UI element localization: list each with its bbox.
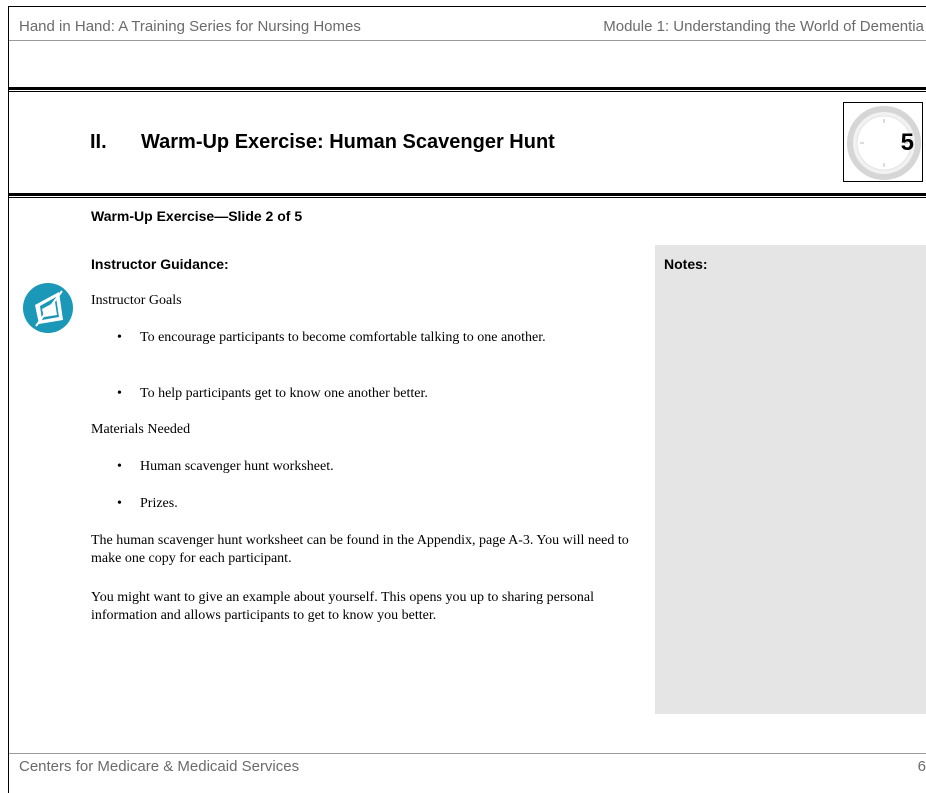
section-number: II. bbox=[90, 131, 107, 153]
section-rule-top bbox=[9, 87, 926, 92]
running-header-module: Module 1: Understanding the World of Dem… bbox=[603, 18, 924, 35]
slide-label: Warm-Up Exercise—Slide 2 of 5 bbox=[91, 208, 303, 224]
footer-rule bbox=[9, 753, 926, 754]
page-number: 6 bbox=[917, 758, 926, 775]
instructor-goals-heading: Instructor Goals bbox=[91, 293, 182, 308]
instructor-guidance-icon bbox=[23, 283, 73, 333]
duration-box: 5 bbox=[843, 102, 923, 182]
bullet-dot: • bbox=[117, 330, 122, 345]
notes-heading: Notes: bbox=[664, 256, 708, 272]
header-rule bbox=[9, 40, 926, 41]
notes-panel: Notes: bbox=[655, 245, 926, 714]
section-title: Warm-Up Exercise: Human Scavenger Hunt bbox=[141, 131, 555, 153]
section-rule-bottom bbox=[9, 193, 926, 198]
goal-item: To help participants get to know one ano… bbox=[140, 386, 428, 401]
materials-needed-heading: Materials Needed bbox=[91, 422, 191, 437]
material-item: Prizes. bbox=[140, 496, 178, 511]
running-header-series: Hand in Hand: A Training Series for Nurs… bbox=[19, 18, 361, 35]
bullet-dot: • bbox=[117, 386, 122, 401]
material-item: Human scavenger hunt worksheet. bbox=[140, 459, 334, 474]
worksheet-paragraph: The human scavenger hunt worksheet can b… bbox=[91, 533, 629, 566]
instructor-guidance-heading: Instructor Guidance: bbox=[91, 256, 229, 272]
example-paragraph: You might want to give an example about … bbox=[91, 590, 595, 623]
duration-minutes: 5 bbox=[900, 129, 914, 156]
footer-organization: Centers for Medicare & Medicaid Services bbox=[19, 758, 300, 775]
bullet-dot: • bbox=[117, 459, 122, 474]
goal-item: To encourage participants to become comf… bbox=[140, 330, 546, 345]
bullet-dot: • bbox=[117, 496, 122, 511]
